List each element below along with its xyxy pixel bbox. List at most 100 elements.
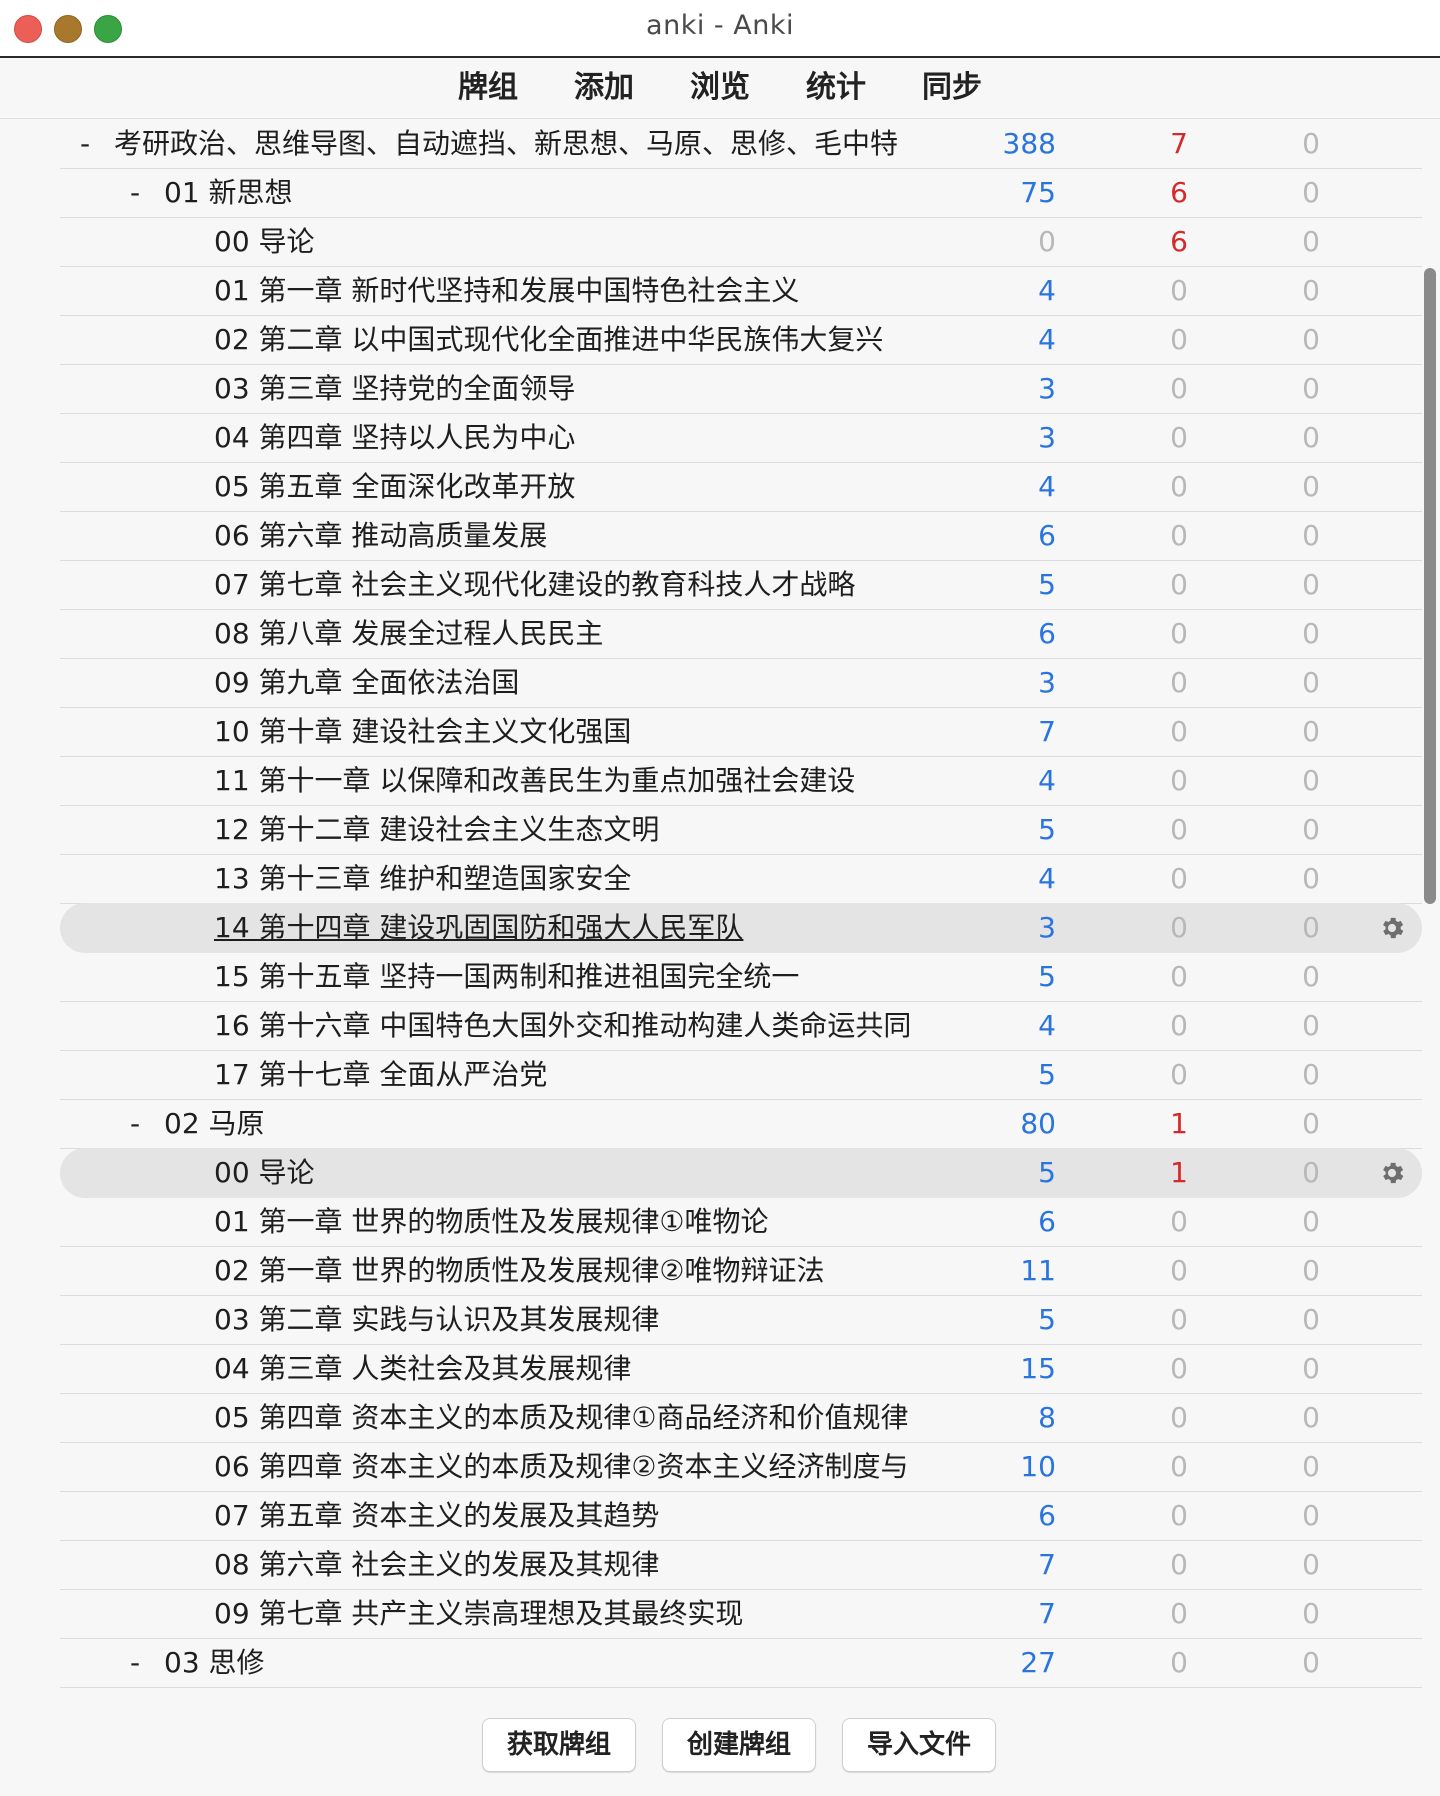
deck-name[interactable]: 15 第十五章 坚持一国两制和推进祖国完全统一 xyxy=(214,952,950,1001)
deck-row[interactable]: 17 第十七章 全面从严治党 5 0 0 xyxy=(60,1050,1422,1100)
new-count: 5 xyxy=(1038,568,1056,601)
deck-name[interactable]: 07 第七章 社会主义现代化建设的教育科技人才战略 xyxy=(214,560,950,609)
deck-row[interactable]: 01 第一章 世界的物质性及发展规律①唯物论 6 0 0 xyxy=(60,1197,1422,1247)
deck-row[interactable]: 14 第十四章 建设巩固国防和强大人民军队 3 0 0 xyxy=(60,903,1422,953)
learn-count: 0 xyxy=(1170,1254,1188,1287)
collapse-toggle[interactable]: - xyxy=(130,168,140,217)
deck-name[interactable]: 03 第二章 实践与认识及其发展规律 xyxy=(214,1295,950,1344)
deck-row[interactable]: 09 第七章 共产主义崇高理想及其最终实现 7 0 0 xyxy=(60,1589,1422,1639)
deck-row[interactable]: 06 第六章 推动高质量发展 6 0 0 xyxy=(60,511,1422,561)
deck-name[interactable]: 02 第二章 以中国式现代化全面推进中华民族伟大复兴 xyxy=(214,315,950,364)
deck-row[interactable]: 00 导论 5 1 0 xyxy=(60,1148,1422,1198)
toolbar-sync[interactable]: 同步 xyxy=(894,58,1010,118)
deck-name[interactable]: 00 导论 xyxy=(214,1148,950,1197)
deck-name[interactable]: 01 新思想 xyxy=(164,168,950,217)
deck-name[interactable]: 03 思修 xyxy=(164,1638,950,1687)
deck-row[interactable]: 02 第二章 以中国式现代化全面推进中华民族伟大复兴 4 0 0 xyxy=(60,315,1422,365)
deck-row[interactable]: 07 第七章 社会主义现代化建设的教育科技人才战略 5 0 0 xyxy=(60,560,1422,610)
deck-row[interactable]: 15 第十五章 坚持一国两制和推进祖国完全统一 5 0 0 xyxy=(60,952,1422,1002)
due-count: 0 xyxy=(1302,1450,1320,1483)
deck-row[interactable]: 04 第三章 人类社会及其发展规律 15 0 0 xyxy=(60,1344,1422,1394)
deck-row[interactable]: 12 第十二章 建设社会主义生态文明 5 0 0 xyxy=(60,805,1422,855)
learn-count: 0 xyxy=(1170,1303,1188,1336)
deck-row[interactable]: 01 第一章 新时代坚持和发展中国特色社会主义 4 0 0 xyxy=(60,266,1422,316)
deck-row[interactable]: 10 第十章 建设社会主义文化强国 7 0 0 xyxy=(60,707,1422,757)
deck-list-scrollbar[interactable] xyxy=(1424,268,1436,904)
deck-name[interactable]: 03 第三章 坚持党的全面领导 xyxy=(214,364,950,413)
due-count: 0 xyxy=(1302,274,1320,307)
deck-row[interactable]: -01 新思想 75 6 0 xyxy=(60,168,1422,218)
toolbar-add[interactable]: 添加 xyxy=(546,58,662,118)
deck-row[interactable]: 05 第五章 全面深化改革开放 4 0 0 xyxy=(60,462,1422,512)
deck-name[interactable]: 04 第四章 坚持以人民为中心 xyxy=(214,413,950,462)
deck-row[interactable]: 09 第九章 全面依法治国 3 0 0 xyxy=(60,658,1422,708)
deck-name[interactable]: 09 第九章 全面依法治国 xyxy=(214,658,950,707)
deck-name[interactable]: 考研政治、思维导图、自动遮挡、新思想、马原、思修、毛中特 xyxy=(114,119,950,168)
deck-row[interactable]: 08 第六章 社会主义的发展及其规律 7 0 0 xyxy=(60,1540,1422,1590)
deck-name[interactable]: 07 第五章 资本主义的发展及其趋势 xyxy=(214,1491,950,1540)
deck-name[interactable]: 14 第十四章 建设巩固国防和强大人民军队 xyxy=(214,903,950,952)
due-count: 0 xyxy=(1302,176,1320,209)
deck-row[interactable]: 03 第三章 坚持党的全面领导 3 0 0 xyxy=(60,364,1422,414)
deck-row[interactable]: 08 第八章 发展全过程人民民主 6 0 0 xyxy=(60,609,1422,659)
deck-name[interactable]: 01 第一章 世界的物质性及发展规律①唯物论 xyxy=(214,1197,950,1246)
collapse-toggle[interactable]: - xyxy=(80,119,90,168)
due-count: 0 xyxy=(1302,1646,1320,1679)
deck-name[interactable]: 00 导论 xyxy=(214,217,950,266)
deck-name[interactable]: 06 第六章 推动高质量发展 xyxy=(214,511,950,560)
toolbar-decks[interactable]: 牌组 xyxy=(430,58,546,118)
toolbar-stats[interactable]: 统计 xyxy=(778,58,894,118)
due-count: 0 xyxy=(1302,323,1320,356)
deck-name[interactable]: 05 第五章 全面深化改革开放 xyxy=(214,462,950,511)
deck-name[interactable]: 01 第一章 新时代坚持和发展中国特色社会主义 xyxy=(214,266,950,315)
due-count: 0 xyxy=(1302,1401,1320,1434)
deck-row[interactable]: -02 马原 80 1 0 xyxy=(60,1099,1422,1149)
learn-count: 0 xyxy=(1170,1548,1188,1581)
deck-name[interactable]: 06 第四章 资本主义的本质及规律②资本主义经济制度与 xyxy=(214,1442,950,1491)
deck-name[interactable]: 09 第七章 共产主义崇高理想及其最终实现 xyxy=(214,1589,950,1638)
learn-count: 0 xyxy=(1170,911,1188,944)
deck-name[interactable]: 08 第六章 社会主义的发展及其规律 xyxy=(214,1540,950,1589)
learn-count: 0 xyxy=(1170,666,1188,699)
gear-icon[interactable] xyxy=(1378,1159,1406,1187)
deck-row[interactable]: 02 第一章 世界的物质性及发展规律②唯物辩证法 11 0 0 xyxy=(60,1246,1422,1296)
deck-row[interactable]: 05 第四章 资本主义的本质及规律①商品经济和价值规律 8 0 0 xyxy=(60,1393,1422,1443)
deck-name[interactable]: 04 第三章 人类社会及其发展规律 xyxy=(214,1344,950,1393)
deck-row[interactable]: 11 第十一章 以保障和改善民生为重点加强社会建设 4 0 0 xyxy=(60,756,1422,806)
deck-name[interactable]: 12 第十二章 建设社会主义生态文明 xyxy=(214,805,950,854)
deck-row[interactable]: 04 第四章 坚持以人民为中心 3 0 0 xyxy=(60,413,1422,463)
deck-row[interactable]: 16 第十六章 中国特色大国外交和推动构建人类命运共同 4 0 0 xyxy=(60,1001,1422,1051)
learn-count: 0 xyxy=(1170,323,1188,356)
deck-row[interactable]: -03 思修 27 0 0 xyxy=(60,1638,1422,1688)
new-count: 4 xyxy=(1038,274,1056,307)
collapse-toggle[interactable]: - xyxy=(130,1099,140,1148)
learn-count: 0 xyxy=(1170,960,1188,993)
deck-row[interactable]: 07 第五章 资本主义的发展及其趋势 6 0 0 xyxy=(60,1491,1422,1541)
deck-name[interactable]: 08 第八章 发展全过程人民民主 xyxy=(214,609,950,658)
deck-name[interactable]: 05 第四章 资本主义的本质及规律①商品经济和价值规律 xyxy=(214,1393,950,1442)
toolbar-browse[interactable]: 浏览 xyxy=(662,58,778,118)
deck-list: - 考研政治、思维导图、自动遮挡、新思想、马原、思修、毛中特 388 7 0-01 新思… xyxy=(0,119,1440,1689)
new-count: 5 xyxy=(1038,1058,1056,1091)
deck-name[interactable]: 13 第十三章 维护和塑造国家安全 xyxy=(214,854,950,903)
deck-name[interactable]: 17 第十七章 全面从严治党 xyxy=(214,1050,950,1099)
deck-row[interactable]: 00 导论 0 6 0 xyxy=(60,217,1422,267)
collapse-toggle[interactable]: - xyxy=(130,1638,140,1687)
deck-name[interactable]: 11 第十一章 以保障和改善民生为重点加强社会建设 xyxy=(214,756,950,805)
due-count: 0 xyxy=(1302,372,1320,405)
deck-name[interactable]: 02 第一章 世界的物质性及发展规律②唯物辩证法 xyxy=(214,1246,950,1295)
deck-row[interactable]: 13 第十三章 维护和塑造国家安全 4 0 0 xyxy=(60,854,1422,904)
gear-icon[interactable] xyxy=(1378,914,1406,942)
deck-row[interactable]: 06 第四章 资本主义的本质及规律②资本主义经济制度与 10 0 0 xyxy=(60,1442,1422,1492)
get-shared-decks-button[interactable]: 获取牌组 xyxy=(482,1718,636,1772)
import-file-button[interactable]: 导入文件 xyxy=(842,1718,996,1772)
new-count: 6 xyxy=(1038,1205,1056,1238)
deck-name[interactable]: 16 第十六章 中国特色大国外交和推动构建人类命运共同 xyxy=(214,1001,950,1050)
create-deck-button[interactable]: 创建牌组 xyxy=(662,1718,816,1772)
due-count: 0 xyxy=(1302,1254,1320,1287)
new-count: 3 xyxy=(1038,421,1056,454)
deck-row[interactable]: - 考研政治、思维导图、自动遮挡、新思想、马原、思修、毛中特 388 7 0 xyxy=(60,119,1422,169)
deck-row[interactable]: 03 第二章 实践与认识及其发展规律 5 0 0 xyxy=(60,1295,1422,1345)
deck-name[interactable]: 02 马原 xyxy=(164,1099,950,1148)
deck-name[interactable]: 10 第十章 建设社会主义文化强国 xyxy=(214,707,950,756)
